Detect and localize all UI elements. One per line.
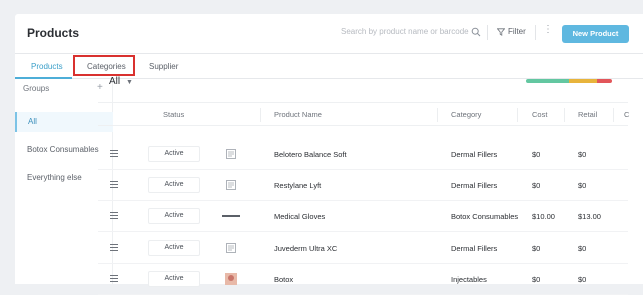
page-header: Products Search by product name or barco… [15,14,643,54]
search-icon[interactable] [471,27,481,37]
retail-cell: $0 [578,150,587,159]
chevron-down-icon[interactable]: ▼ [126,79,133,86]
page-title: Products [27,26,80,40]
header-divider [535,25,536,40]
header-divider [487,25,488,40]
barcode-icon [226,243,236,253]
product-name-cell[interactable]: Restylane Lyft [274,181,321,190]
cost-cell: $10.00 [532,212,555,221]
stock-bar-segment-low [569,79,597,83]
column-header-product-name[interactable]: Product Name [274,110,322,119]
category-cell: Dermal Fillers [451,244,498,253]
barcode-icon [226,180,236,190]
table-row[interactable]: Active Restylane Lyft Dermal Fillers $0 $0 [98,170,628,201]
column-header-overflow[interactable]: C [624,110,629,119]
table-row[interactable]: Active Belotero Balance Soft Dermal Filler… [98,139,628,170]
column-header-status[interactable]: Status [163,110,184,119]
product-name-cell[interactable]: Medical Gloves [274,212,325,221]
status-badge[interactable]: Active [148,146,200,162]
filter-icon[interactable] [497,28,505,36]
active-tab-indicator [15,77,72,79]
barcode-icon [226,149,236,159]
status-badge[interactable]: Active [148,177,200,193]
botox-image [225,273,237,285]
search-input[interactable]: Search by product name or barcode [341,27,469,36]
retail-cell: $0 [578,275,587,284]
column-divider [564,108,565,122]
column-divider [613,108,614,122]
retail-cell: $0 [578,181,587,190]
column-divider [437,108,438,122]
drag-handle-icon[interactable] [110,212,118,219]
status-badge[interactable]: Active [148,271,200,287]
category-cell: Injectables [451,275,487,284]
status-badge[interactable]: Active [148,240,200,256]
column-header-cost[interactable]: Cost [532,110,547,119]
drag-handle-icon[interactable] [110,150,118,157]
categories-highlight-box [73,55,135,76]
gloves-image [222,215,240,217]
tab-products[interactable]: Products [31,62,63,71]
groups-heading: Groups [23,84,50,93]
cost-cell: $0 [532,150,541,159]
status-badge[interactable]: Active [148,208,200,224]
table-row[interactable]: Active Juvederm Ultra XC Dermal Fillers $0 $… [98,233,628,264]
column-divider [517,108,518,122]
category-cell: Botox Consumables [451,212,519,221]
column-divider [260,108,261,122]
new-product-button[interactable]: New Product [562,25,629,43]
add-group-icon[interactable]: + [97,82,103,93]
stock-level-bar [526,79,612,83]
drag-handle-icon[interactable] [110,181,118,188]
tab-supplier[interactable]: Supplier [149,62,178,71]
column-header-category[interactable]: Category [451,110,481,119]
category-cell: Dermal Fillers [451,150,498,159]
product-name-cell[interactable]: Botox [274,275,293,284]
more-options-icon[interactable]: ⋮ [543,25,553,35]
column-header-retail[interactable]: Retail [578,110,597,119]
retail-cell: $13.00 [578,212,601,221]
table-row[interactable]: Active Medical Gloves Botox Consumables $10… [98,201,628,232]
cost-cell: $0 [532,244,541,253]
retail-cell: $0 [578,244,587,253]
cost-cell: $0 [532,181,541,190]
group-selector[interactable]: All [109,76,120,87]
drag-handle-icon[interactable] [110,275,118,282]
table-header: Status Product Name Category Cost Retail… [98,102,629,126]
filter-button[interactable]: Filter [508,27,526,36]
drag-handle-icon[interactable] [110,244,118,251]
stock-bar-segment-good [526,79,569,83]
cost-cell: $0 [532,275,541,284]
stock-bar-segment-out [596,79,612,83]
product-name-cell[interactable]: Juvederm Ultra XC [274,244,337,253]
product-name-cell[interactable]: Belotero Balance Soft [274,150,347,159]
category-cell: Dermal Fillers [451,181,498,190]
table-row[interactable]: Active Botox Injectables $0 $0 [98,264,628,295]
